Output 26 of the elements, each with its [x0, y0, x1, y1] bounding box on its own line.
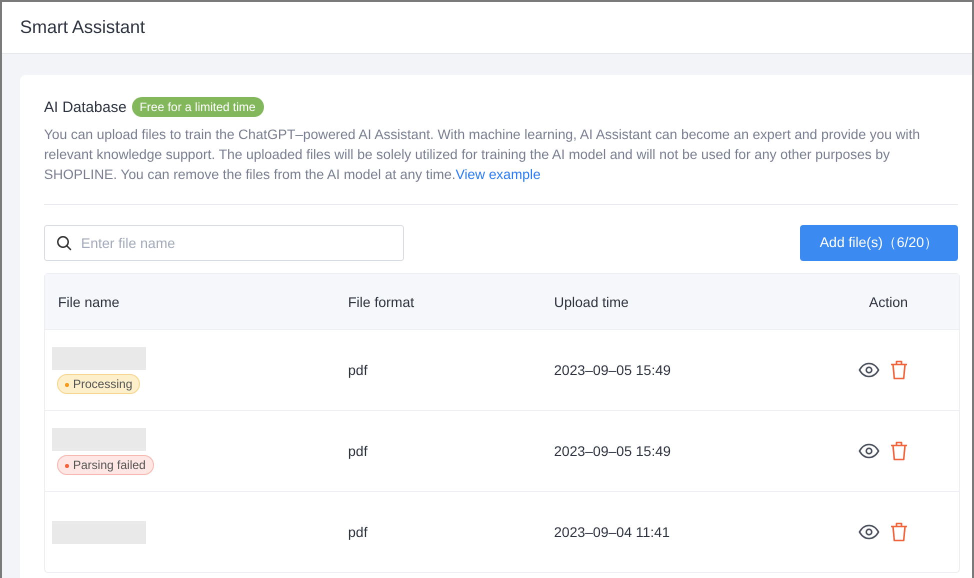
column-header: File name [58, 294, 120, 310]
search-field[interactable]: Enter file name [44, 225, 404, 261]
eye-icon[interactable] [858, 443, 880, 459]
table-cell: 2023–09–04 11:41 [554, 524, 670, 540]
view-example-link[interactable]: View example [456, 167, 541, 182]
status-tag: Processing [57, 374, 140, 394]
trash-icon[interactable] [890, 522, 908, 542]
promo-badge: Free for a limited time [132, 97, 264, 117]
section-title: AI Database [44, 98, 127, 116]
column-header: Upload time [554, 294, 629, 310]
eye-icon[interactable] [858, 362, 880, 378]
add-files-button[interactable]: Add file(s)（6/20） [800, 225, 958, 261]
column-header: Action [869, 294, 908, 310]
trash-icon[interactable] [890, 441, 908, 461]
column-header: File format [348, 294, 414, 310]
table-cell: pdf [348, 362, 368, 378]
table-cell: pdf [348, 443, 368, 459]
search-icon [56, 235, 72, 251]
description-text: You can upload files to train the ChatGPT–powered AI Assistant. With machine learning, AI Assistant can become an expert and provide you with relevant knowledge support. The uploaded files will be solely utilized for training the AI model and will not be used for any other purposes by SHOPLINE. You can remove the files from the AI model at any time.View example [44, 126, 921, 184]
status-tag: Parsing failed [57, 454, 154, 474]
page-title: Smart Assistant [20, 17, 146, 38]
trash-icon[interactable] [890, 360, 908, 380]
eye-icon[interactable] [858, 524, 880, 540]
table-cell: 2023–09–05 15:49 [554, 362, 671, 378]
table-cell: pdf [348, 524, 368, 540]
table-cell: 2023–09–05 15:49 [554, 443, 671, 459]
